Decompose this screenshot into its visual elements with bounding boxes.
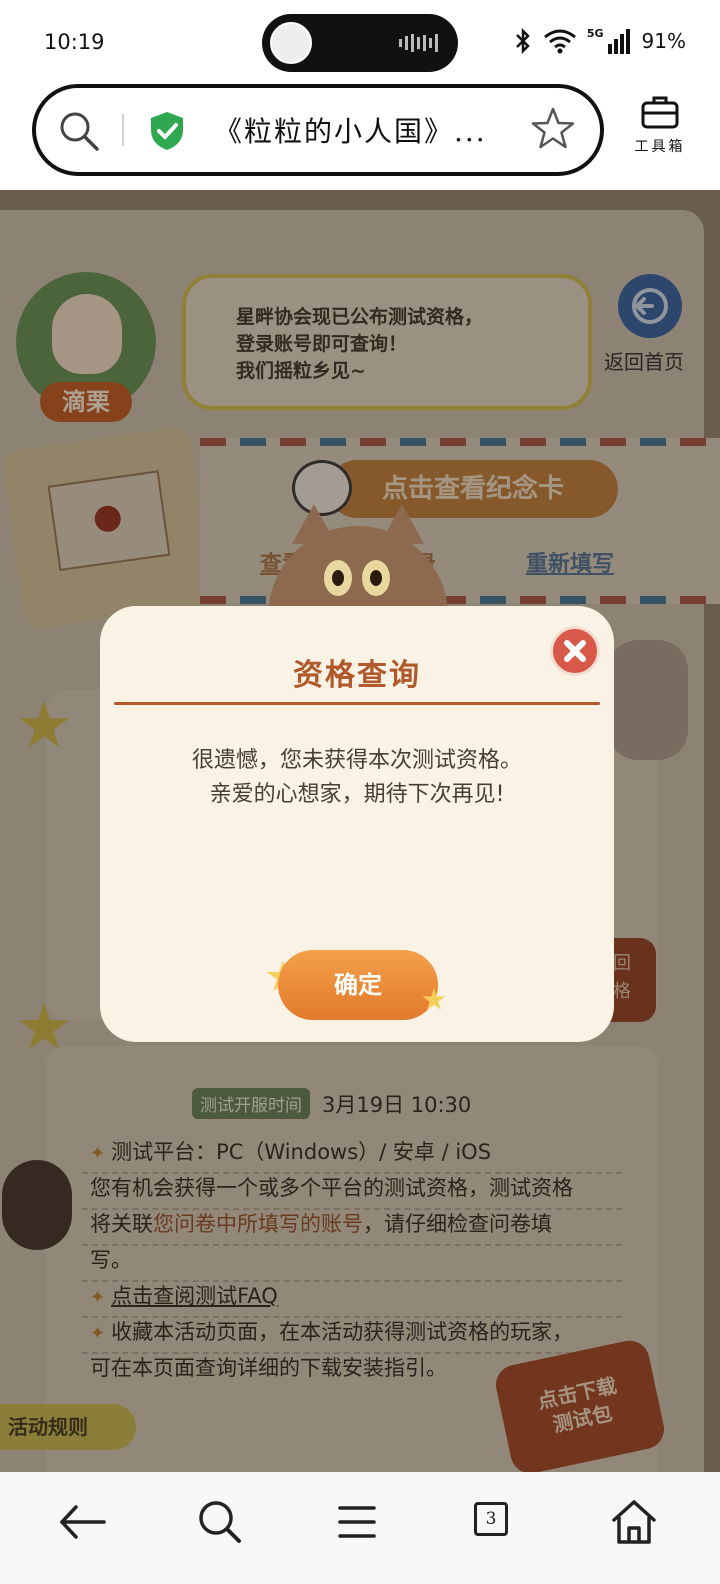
star-icon[interactable] <box>530 106 576 152</box>
home-icon <box>612 1500 656 1544</box>
toolbox-button[interactable]: 工具箱 <box>622 94 698 174</box>
close-button[interactable] <box>550 626 600 676</box>
battery-level: 91% <box>641 29 686 53</box>
network-type: 5G <box>586 26 604 40</box>
shield-check-icon[interactable] <box>148 110 186 152</box>
title-divider <box>114 702 600 705</box>
search-icon[interactable] <box>58 110 100 152</box>
menu-icon <box>338 1506 376 1538</box>
tabs-icon: 3 <box>474 1502 508 1536</box>
bluetooth-icon <box>515 28 530 54</box>
confirm-button[interactable]: 确定 <box>278 950 438 1020</box>
toolbox-icon <box>641 96 679 129</box>
back-button[interactable] <box>52 1492 112 1552</box>
page-title[interactable]: 《粒粒的小人国》... <box>214 110 487 150</box>
cat-eye <box>324 560 352 596</box>
wifi-icon <box>543 29 576 54</box>
tabs-button[interactable]: 3 <box>466 1492 526 1552</box>
avatar <box>270 22 312 64</box>
home-button[interactable] <box>604 1492 664 1552</box>
close-icon <box>564 640 586 662</box>
dialog-title: 资格查询 <box>293 658 421 693</box>
dialog-message-line: 亲爱的心想家，期待下次再见! <box>209 782 505 807</box>
cat-ear <box>292 504 336 544</box>
status-icons: 5G 91% <box>513 26 686 54</box>
audio-wave-icon <box>399 34 438 52</box>
divider <box>122 114 124 146</box>
dynamic-island <box>262 14 458 72</box>
signal-icon <box>607 29 630 54</box>
status-bar: 10:19 5G 91% <box>0 0 720 84</box>
address-bar[interactable]: 《粒粒的小人国》... <box>32 84 604 176</box>
dialog-message: 很遗憾，您未获得本次测试资格。 亲爱的心想家，期待下次再见! <box>100 744 614 812</box>
status-time: 10:19 <box>44 30 105 54</box>
cat-eye <box>362 560 390 596</box>
qualification-dialog: 资格查询 很遗憾，您未获得本次测试资格。 亲爱的心想家，期待下次再见! 确定 <box>100 606 614 1042</box>
toolbox-label: 工具箱 <box>634 139 686 155</box>
cat-ear <box>380 504 424 544</box>
menu-button[interactable] <box>328 1492 388 1552</box>
dialog-message-line: 很遗憾，您未获得本次测试资格。 <box>191 748 522 773</box>
bottom-navigation: 3 <box>0 1472 720 1584</box>
search-icon <box>199 1501 241 1543</box>
back-icon <box>60 1505 106 1539</box>
search-button[interactable] <box>190 1492 250 1552</box>
